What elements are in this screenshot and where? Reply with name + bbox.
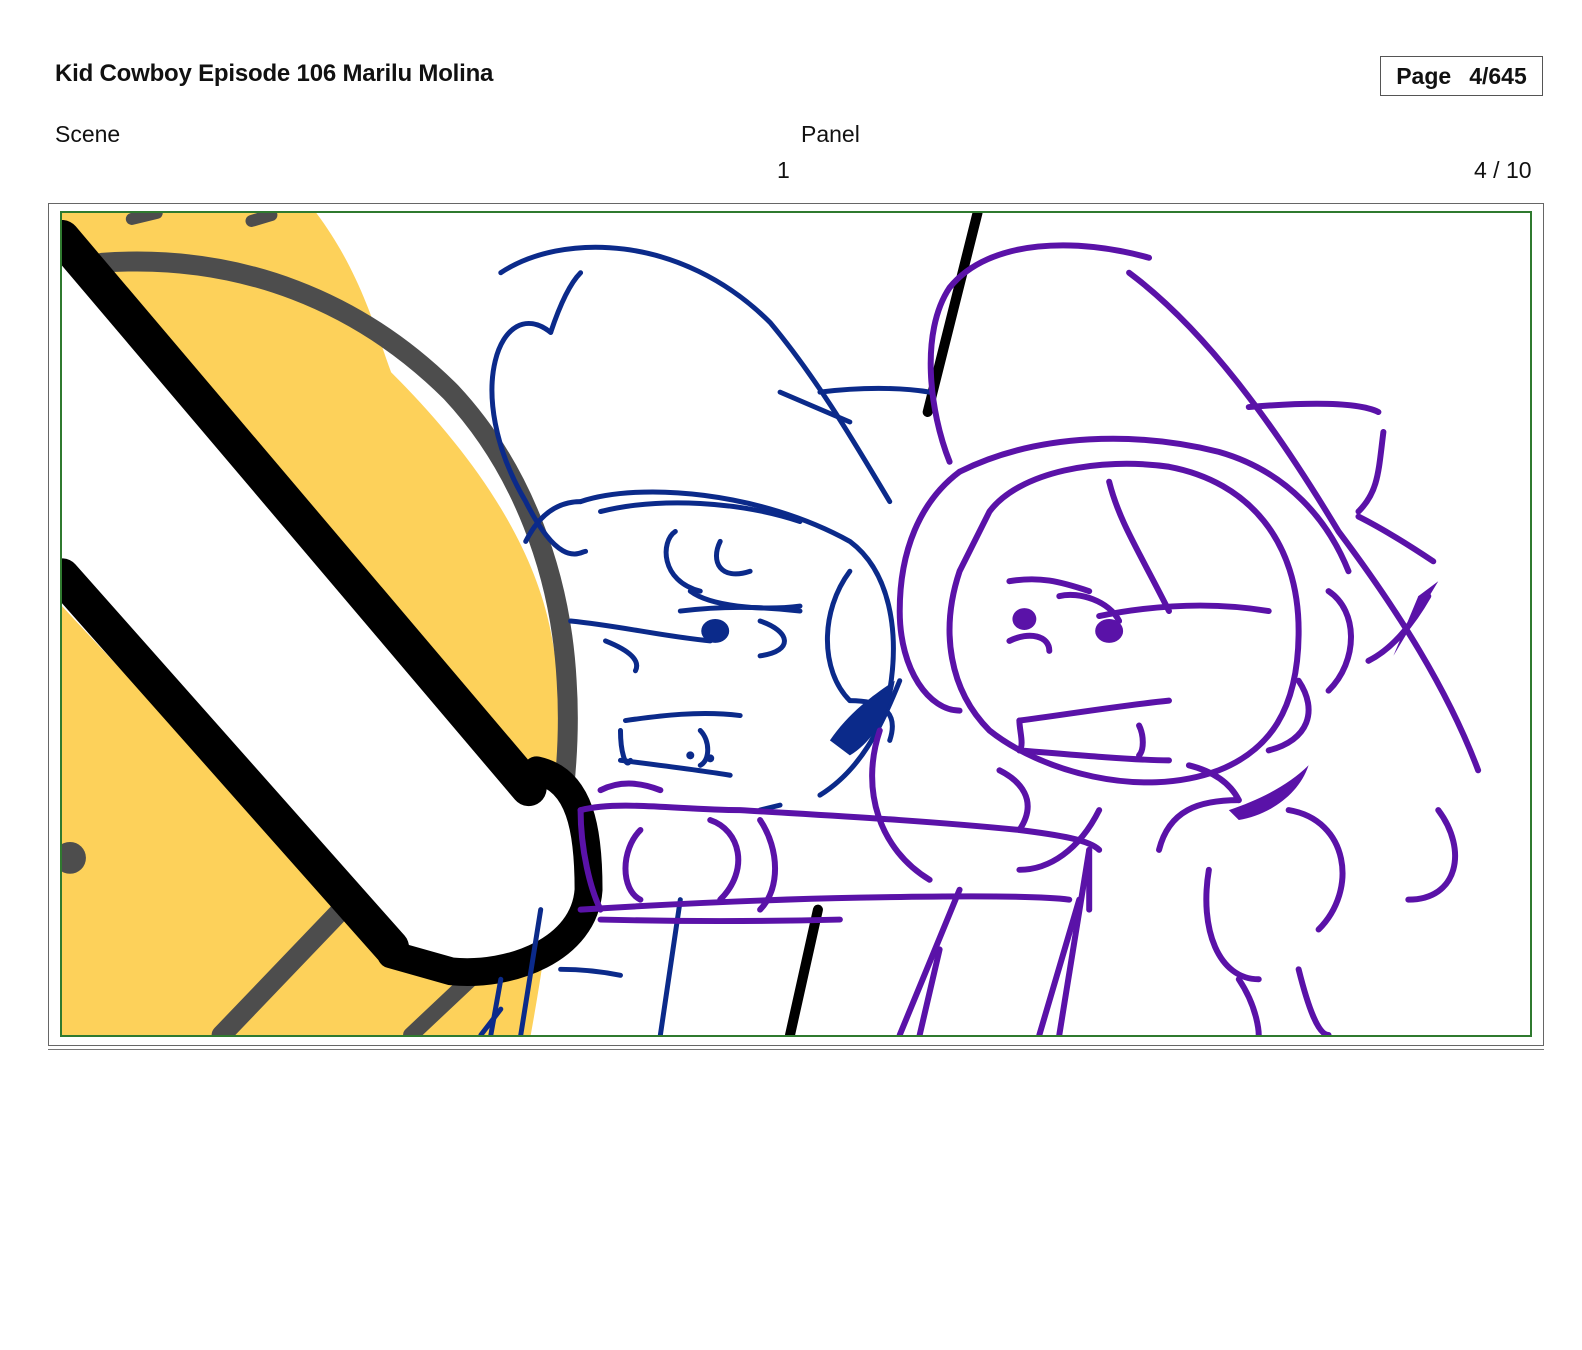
page-indicator: Page 4/645 [1380,56,1543,96]
document-title: Kid Cowboy Episode 106 Marilu Molina [55,60,494,87]
blue-character-accents [686,619,895,763]
panel-label: Panel [801,121,860,147]
page-label: Page [1396,62,1452,89]
panel-number: 4 / 10 [1474,157,1532,183]
panel-divider [48,1049,1544,1050]
scene-number: 1 [777,157,790,183]
page-number: 4/645 [1469,62,1527,89]
storyboard-panel-image [60,211,1532,1037]
storyboard-sketch [62,213,1482,1035]
scene-label: Scene [55,121,121,147]
